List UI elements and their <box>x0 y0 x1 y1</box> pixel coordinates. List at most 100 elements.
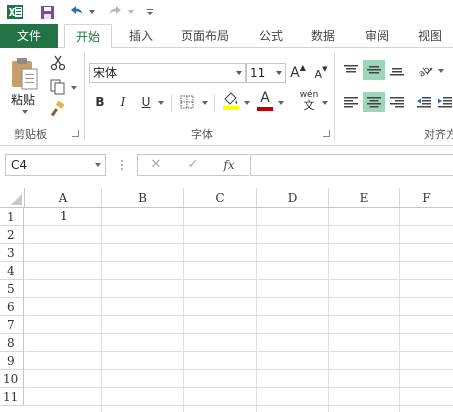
font-launcher-icon[interactable] <box>323 130 330 137</box>
orientation-icon[interactable]: ab <box>414 60 436 80</box>
column-header-e[interactable]: E <box>329 188 400 208</box>
row-header-9[interactable]: 9 <box>0 352 24 370</box>
font-group-label: 字体 <box>191 128 213 141</box>
select-all-corner[interactable] <box>0 188 25 208</box>
tab-view[interactable]: 视图 <box>409 24 451 48</box>
row-header-5[interactable]: 5 <box>0 280 24 298</box>
decrease-indent-icon[interactable] <box>414 92 434 112</box>
row-header-11[interactable]: 11 <box>0 388 24 406</box>
undo-icon[interactable] <box>66 3 86 21</box>
phonetic-dropdown-icon[interactable] <box>322 101 328 105</box>
font-color-button[interactable]: A <box>256 90 274 112</box>
row-header-8[interactable]: 8 <box>0 334 24 352</box>
cut-icon[interactable] <box>48 54 68 72</box>
grid-line <box>399 208 400 412</box>
bottom-align-icon[interactable] <box>386 60 408 80</box>
grid-line <box>25 279 453 280</box>
row-header-3[interactable]: 3 <box>0 244 24 262</box>
grid-line <box>25 333 453 334</box>
worksheet-grid: A B C D E F 1 2 3 4 5 6 7 8 9 10 11 1 <box>0 186 453 412</box>
font-name-dropdown[interactable]: 宋体 <box>89 63 246 83</box>
cell-a1[interactable]: 1 <box>60 209 68 223</box>
insert-function-icon[interactable]: fx <box>221 157 237 173</box>
underline-button[interactable]: U <box>138 92 154 112</box>
tab-data[interactable]: 数据 <box>302 24 344 48</box>
grid-line <box>256 208 257 412</box>
tab-home[interactable]: 开始 <box>64 24 112 49</box>
fill-color-icon[interactable] <box>222 90 240 112</box>
increase-font-size-icon: A <box>290 65 300 81</box>
tab-insert[interactable]: 插入 <box>120 24 162 48</box>
cancel-icon[interactable]: ✕ <box>148 157 164 173</box>
row-header-1[interactable]: 1 <box>0 208 24 226</box>
paste-dropdown-icon[interactable] <box>22 110 28 114</box>
copy-icon[interactable] <box>48 78 68 96</box>
tab-review[interactable]: 审阅 <box>356 24 398 48</box>
decrease-font-size-icon: A <box>314 67 323 81</box>
undo-dropdown-icon[interactable] <box>89 10 95 14</box>
column-header-a[interactable]: A <box>25 188 102 208</box>
grid-line <box>25 225 453 226</box>
italic-button[interactable]: I <box>115 92 131 112</box>
row-header-6[interactable]: 6 <box>0 298 24 316</box>
grid-line <box>328 208 329 412</box>
phonetic-guide-button[interactable]: wén 文 <box>298 90 320 112</box>
column-header-c[interactable]: C <box>184 188 257 208</box>
redo-icon[interactable] <box>106 3 126 21</box>
customize-qat-icon[interactable] <box>144 3 156 21</box>
copy-dropdown-icon[interactable] <box>71 86 77 90</box>
grid-line <box>25 369 453 370</box>
font-separator <box>171 94 172 112</box>
name-box[interactable]: C4 <box>5 154 106 176</box>
group-separator <box>84 52 85 140</box>
clipboard-launcher-icon[interactable] <box>72 130 79 137</box>
font-name-value: 宋体 <box>93 66 118 80</box>
grid-line <box>25 297 453 298</box>
group-separator <box>334 52 335 140</box>
column-header-f[interactable]: F <box>400 188 453 208</box>
name-box-value: C4 <box>11 158 28 172</box>
font-size-dropdown[interactable]: 11 <box>246 63 286 83</box>
formula-input[interactable] <box>250 154 453 176</box>
fill-color-dropdown-icon[interactable] <box>244 101 250 105</box>
borders-icon[interactable] <box>178 92 196 112</box>
formula-bar-grip-icon[interactable] <box>120 158 124 172</box>
format-painter-icon[interactable] <box>48 100 68 118</box>
tab-page-layout[interactable]: 页面布局 <box>172 24 238 48</box>
row-header-7[interactable]: 7 <box>0 316 24 334</box>
borders-dropdown-icon[interactable] <box>202 101 208 105</box>
align-right-icon[interactable] <box>386 92 408 112</box>
column-header-b[interactable]: B <box>102 188 184 208</box>
tab-formulas[interactable]: 公式 <box>250 24 292 48</box>
paste-icon[interactable] <box>8 54 40 94</box>
grid-line <box>25 261 453 262</box>
increase-indent-icon[interactable] <box>436 92 453 112</box>
align-left-icon[interactable] <box>340 92 362 112</box>
orientation-dropdown-icon[interactable] <box>438 69 444 73</box>
font-color-dropdown-icon[interactable] <box>278 101 284 105</box>
enter-icon[interactable]: ✓ <box>185 157 201 173</box>
top-align-icon[interactable] <box>340 60 362 80</box>
quick-access-toolbar <box>0 0 453 24</box>
row-header-10[interactable]: 10 <box>0 370 24 388</box>
row-header-2[interactable]: 2 <box>0 226 24 244</box>
save-icon[interactable] <box>38 3 56 21</box>
alignment-group-label: 对齐方 <box>424 128 453 141</box>
underline-dropdown-icon[interactable] <box>158 101 164 105</box>
row-header-4[interactable]: 4 <box>0 262 24 280</box>
tab-file[interactable]: 文件 <box>0 24 58 48</box>
decrease-font-size-button[interactable]: A ▼ <box>313 64 329 84</box>
increase-font-size-button[interactable]: A ▲ <box>290 62 306 84</box>
grid-line <box>25 387 453 388</box>
paste-label[interactable]: 粘贴 <box>11 91 35 108</box>
bold-button[interactable]: B <box>92 92 108 112</box>
ribbon-home: 粘贴 剪贴板 宋体 11 A ▲ A ▼ B I U A wén 文 字体 ab… <box>0 48 453 146</box>
align-center-icon[interactable] <box>363 92 385 112</box>
column-header-d[interactable]: D <box>257 188 329 208</box>
ribbon-tabs: 文件 开始 插入 页面布局 公式 数据 审阅 视图 <box>0 24 453 49</box>
middle-align-icon[interactable] <box>363 60 385 80</box>
grid-line <box>25 315 453 316</box>
grid-line <box>101 208 102 412</box>
redo-dropdown-icon[interactable] <box>128 10 134 14</box>
excel-logo-icon <box>6 3 24 21</box>
